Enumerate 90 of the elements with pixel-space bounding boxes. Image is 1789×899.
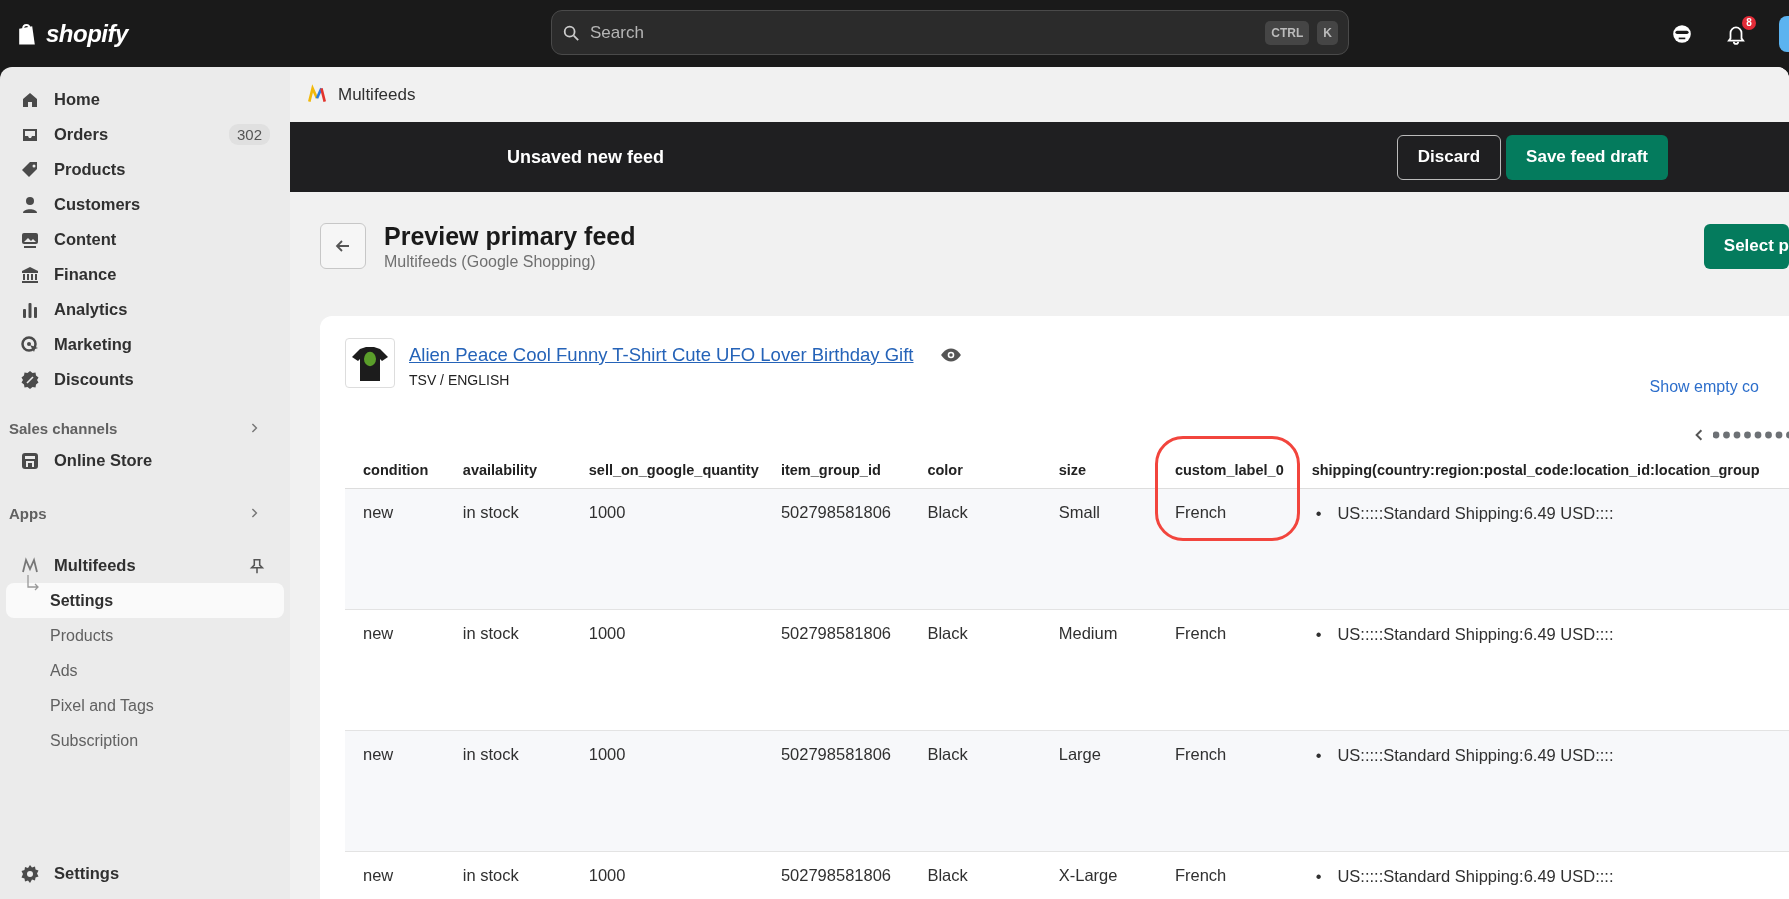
- select-button[interactable]: Select p: [1703, 223, 1789, 269]
- product-link[interactable]: Alien Peace Cool Funny T-Shirt Cute UFO Lover Birthday Gift: [409, 344, 914, 366]
- shipping-entry: US:::::Standard Shipping:6.49 USD::::: [1337, 745, 1614, 765]
- section-header[interactable]: Sales channels: [6, 413, 284, 443]
- table-cell: French: [1156, 609, 1294, 731]
- keyboard-key: CTRL: [1265, 20, 1310, 45]
- table-cell: 502798581806: [762, 730, 910, 852]
- table-cell: 1000: [570, 851, 763, 899]
- nav-item[interactable]: Discounts: [6, 362, 284, 397]
- table-cell: Large: [1040, 730, 1157, 852]
- nav-item[interactable]: Content: [6, 222, 284, 257]
- table-cell: new: [345, 851, 445, 899]
- column-header: item_group_id: [762, 450, 910, 489]
- table-cell: 502798581806: [762, 488, 910, 610]
- save-button[interactable]: Save feed draft: [1506, 134, 1668, 180]
- table-cell: Black: [909, 488, 1041, 610]
- sub-nav-item[interactable]: Settings: [6, 583, 284, 618]
- table-cell: French: [1156, 730, 1294, 852]
- save-bar-title: Unsaved new feed: [507, 146, 665, 168]
- sub-nav-item[interactable]: Ads: [6, 653, 284, 688]
- bullet: •: [1314, 624, 1322, 644]
- nav-item[interactable]: Marketing: [6, 327, 284, 362]
- notification-count: 8: [1742, 15, 1756, 30]
- table-cell: new: [345, 730, 445, 852]
- table-cell: in stock: [444, 488, 571, 610]
- shipping-entry: US:::::Standard Shipping:6.49 USD::::: [1337, 866, 1614, 886]
- bank-icon: [20, 264, 40, 285]
- nav-item[interactable]: Finance: [6, 257, 284, 292]
- table-cell: new: [345, 488, 445, 610]
- table-cell: Black: [909, 609, 1041, 731]
- table-cell: Small: [1040, 488, 1157, 610]
- table-cell: Black: [909, 851, 1041, 899]
- search-icon: [562, 23, 580, 42]
- nav-item[interactable]: Home: [6, 82, 284, 117]
- shipping-entry: US:::::Standard Shipping:6.49 USD::::: [1337, 503, 1614, 523]
- avatar[interactable]: [1779, 15, 1789, 52]
- feed-format: TSV / ENGLISH: [409, 372, 511, 388]
- search-input[interactable]: Search: [588, 21, 1258, 44]
- table-cell: new: [345, 609, 445, 731]
- table-cell: French: [1156, 851, 1294, 899]
- logo-text: shopify: [46, 19, 128, 48]
- shipping-entry: US:::::Standard Shipping:6.49 USD::::: [1337, 624, 1614, 644]
- discount-badge-icon: [20, 369, 40, 390]
- column-header: condition: [345, 450, 445, 489]
- sub-nav-item[interactable]: Subscription: [6, 723, 284, 758]
- sub-nav-item[interactable]: Products: [6, 618, 284, 653]
- column-header: shipping(country:region:postal_code:location_id:location_group: [1293, 450, 1789, 489]
- table-cell: 1000: [570, 609, 763, 731]
- page-subtitle: Multifeeds (Google Shopping): [384, 252, 597, 271]
- sub-nav-item[interactable]: Pixel and Tags: [6, 688, 284, 723]
- column-header: sell_on_google_quantity: [570, 450, 763, 489]
- nav-item[interactable]: Settings: [6, 856, 284, 891]
- table-cell: X-Large: [1040, 851, 1157, 899]
- table-cell: French: [1156, 488, 1294, 610]
- nav-item[interactable]: Products: [6, 152, 284, 187]
- table-cell: 1000: [570, 730, 763, 852]
- table-cell: in stock: [444, 609, 571, 731]
- show-empty-link[interactable]: Show empty co: [1649, 378, 1759, 396]
- back-button[interactable]: [320, 223, 366, 269]
- table-cell: 1000: [570, 488, 763, 610]
- person-icon: [20, 194, 40, 215]
- bullet: •: [1314, 745, 1322, 765]
- discard-button[interactable]: Discard: [1396, 134, 1502, 180]
- page-title: Preview primary feed: [384, 221, 636, 251]
- nav-item[interactable]: Analytics: [6, 292, 284, 327]
- target-cursor-icon: [20, 334, 40, 355]
- bullet: •: [1314, 503, 1322, 523]
- nav-item[interactable]: Customers: [6, 187, 284, 222]
- table-cell: Medium: [1040, 609, 1157, 731]
- tag-icon: [20, 159, 40, 180]
- column-header: custom_label_0: [1156, 450, 1294, 489]
- nav-item[interactable]: Online Store: [6, 443, 284, 478]
- table-cell: Black: [909, 730, 1041, 852]
- column-header: availability: [444, 450, 571, 489]
- nav-item[interactable]: Multifeeds: [6, 548, 284, 583]
- count-badge: 302: [228, 124, 270, 145]
- section-header[interactable]: Apps: [6, 498, 284, 528]
- app-title: Multifeeds: [338, 84, 416, 105]
- search-field[interactable]: Search CTRL K: [551, 10, 1349, 55]
- column-header: color: [909, 450, 1041, 489]
- table-cell: 502798581806: [762, 851, 910, 899]
- column-header: size: [1040, 450, 1157, 489]
- keyboard-key: K: [1317, 20, 1338, 45]
- table-cell: in stock: [444, 851, 571, 899]
- bullet: •: [1314, 866, 1322, 886]
- gear-icon: [20, 863, 40, 884]
- pin-icon: [248, 556, 266, 575]
- table-cell: in stock: [444, 730, 571, 852]
- nav-item[interactable]: Orders 302: [6, 117, 284, 152]
- table-cell: 502798581806: [762, 609, 910, 731]
